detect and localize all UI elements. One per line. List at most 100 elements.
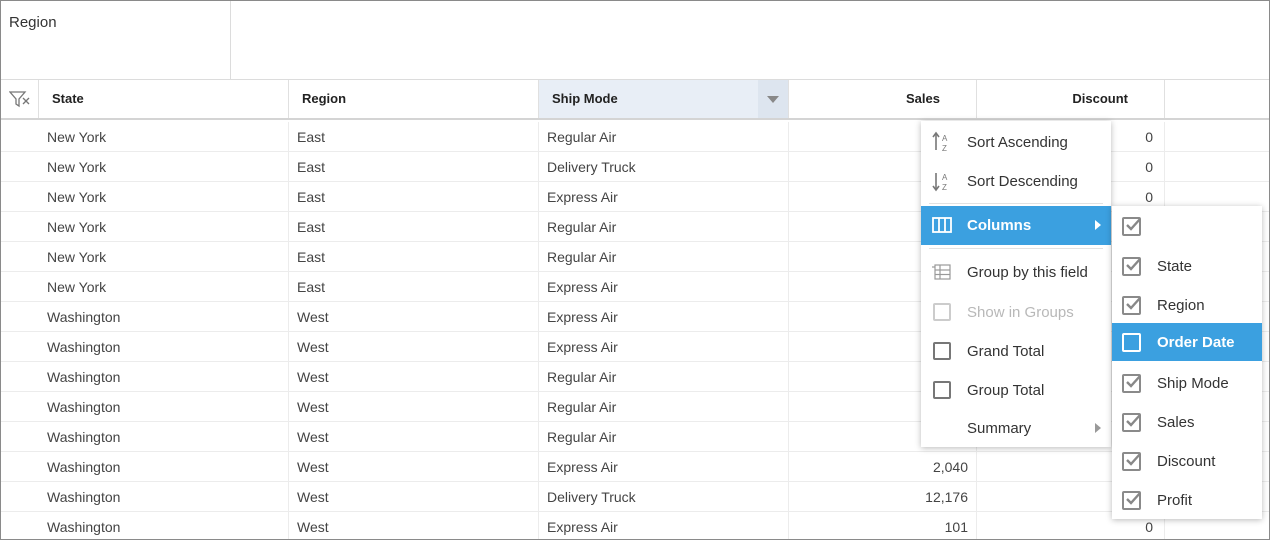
cell-ship-mode[interactable]: Delivery Truck <box>539 152 789 182</box>
cell-ship-mode[interactable]: Regular Air <box>539 422 789 452</box>
cell-sales[interactable]: 2,040 <box>789 452 977 482</box>
column-toggle-checkbox[interactable] <box>1122 257 1141 276</box>
column-toggle-order-date[interactable]: Order Date <box>1112 323 1262 361</box>
submenu-arrow-icon <box>1095 220 1101 230</box>
column-toggle-profit[interactable]: Profit <box>1112 481 1262 519</box>
cell-sales[interactable]: 12,176 <box>789 482 977 512</box>
cell-state[interactable]: New York <box>39 152 289 182</box>
cell-state[interactable]: New York <box>39 212 289 242</box>
cell-ship-mode[interactable]: Delivery Truck <box>539 482 789 512</box>
column-header-region[interactable]: Region <box>289 80 539 118</box>
group-chip-region[interactable]: Region <box>1 1 231 79</box>
cell-state[interactable]: Washington <box>39 482 289 512</box>
row-gutter <box>1 452 39 482</box>
row-gutter <box>1 152 39 182</box>
column-toggle-checkbox[interactable] <box>1122 217 1141 236</box>
cell-region[interactable]: West <box>289 422 539 452</box>
column-toggle-state[interactable]: State <box>1112 247 1262 285</box>
cell-region[interactable]: East <box>289 122 539 152</box>
column-toggle-checkbox[interactable] <box>1122 296 1141 315</box>
show-in-groups-checkbox <box>933 303 951 321</box>
cell-ship-mode[interactable]: Express Air <box>539 452 789 482</box>
column-toggle-ship-mode[interactable]: Ship Mode <box>1112 364 1262 402</box>
cell-region[interactable]: West <box>289 452 539 482</box>
cell-ship-mode[interactable]: Express Air <box>539 512 789 539</box>
cell-state[interactable]: Washington <box>39 452 289 482</box>
menu-item-sort-descending[interactable]: A Z Sort Descending <box>921 162 1111 201</box>
row-gutter <box>1 482 39 512</box>
table-row[interactable]: Washington West Express Air 2,040 <box>1 452 1269 482</box>
cell-ship-mode[interactable]: Express Air <box>539 302 789 332</box>
row-gutter <box>1 122 39 152</box>
cell-sales[interactable]: 101 <box>789 512 977 539</box>
cell-region[interactable]: East <box>289 182 539 212</box>
row-gutter <box>1 422 39 452</box>
cell-region[interactable]: East <box>289 242 539 272</box>
column-header-discount[interactable]: Discount <box>977 80 1165 118</box>
column-header-state[interactable]: State <box>39 80 289 118</box>
cell-state[interactable]: Washington <box>39 422 289 452</box>
cell-state[interactable]: New York <box>39 182 289 212</box>
row-gutter <box>1 362 39 392</box>
column-toggle-checkbox[interactable] <box>1122 452 1141 471</box>
cell-region[interactable]: West <box>289 302 539 332</box>
table-row[interactable]: Washington West Delivery Truck 12,176 <box>1 482 1269 512</box>
cell-ship-mode[interactable]: Regular Air <box>539 122 789 152</box>
row-gutter <box>1 212 39 242</box>
column-toggle-sales[interactable]: Sales <box>1112 403 1262 441</box>
cell-ship-mode[interactable]: Express Air <box>539 272 789 302</box>
cell-region[interactable]: West <box>289 512 539 539</box>
column-toggle-checkbox[interactable] <box>1122 374 1141 393</box>
cell-state[interactable]: Washington <box>39 332 289 362</box>
menu-item-group-total[interactable]: Group Total <box>921 371 1111 410</box>
column-toggle-checkbox[interactable] <box>1122 491 1141 510</box>
cell-region[interactable]: East <box>289 152 539 182</box>
cell-state[interactable]: Washington <box>39 512 289 539</box>
cell-region[interactable]: West <box>289 392 539 422</box>
cell-ship-mode[interactable]: Regular Air <box>539 392 789 422</box>
cell-ship-mode[interactable]: Express Air <box>539 332 789 362</box>
row-gutter <box>1 512 39 539</box>
cell-region[interactable]: East <box>289 212 539 242</box>
row-gutter <box>1 392 39 422</box>
menu-item-summary[interactable]: Summary <box>921 409 1111 448</box>
column-menu-dropdown-button[interactable] <box>758 80 788 118</box>
sort-descending-icon: A Z <box>932 173 948 192</box>
cell-region[interactable]: East <box>289 272 539 302</box>
columns-icon <box>932 217 952 233</box>
group-total-checkbox[interactable] <box>933 381 951 399</box>
cell-state[interactable]: New York <box>39 242 289 272</box>
column-header-sales[interactable]: Sales <box>789 80 977 118</box>
cell-region[interactable]: West <box>289 482 539 512</box>
column-toggle-discount[interactable]: Discount <box>1112 442 1262 480</box>
cell-state[interactable]: New York <box>39 122 289 152</box>
cell-state[interactable]: New York <box>39 272 289 302</box>
column-toggle-region[interactable]: Region <box>1112 286 1262 324</box>
cell-ship-mode[interactable]: Regular Air <box>539 362 789 392</box>
cell-ship-mode[interactable]: Express Air <box>539 182 789 212</box>
cell-region[interactable]: West <box>289 332 539 362</box>
cell-state[interactable]: Washington <box>39 392 289 422</box>
cell-ship-mode[interactable]: Regular Air <box>539 212 789 242</box>
column-toggle-label: Profit <box>1157 492 1193 509</box>
column-header-ship-mode[interactable]: Ship Mode <box>539 80 789 118</box>
menu-item-grand-total[interactable]: Grand Total <box>921 332 1111 371</box>
menu-item-sort-ascending[interactable]: A Z Sort Ascending <box>921 123 1111 162</box>
cell-state[interactable]: Washington <box>39 362 289 392</box>
table-row[interactable]: Washington West Express Air 101 0 <box>1 512 1269 539</box>
cell-state[interactable]: Washington <box>39 302 289 332</box>
cell-region[interactable]: West <box>289 362 539 392</box>
svg-text:Z: Z <box>942 183 947 192</box>
menu-item-columns[interactable]: Columns <box>921 206 1111 245</box>
filter-button[interactable] <box>1 80 39 118</box>
column-toggle-label: Sales <box>1157 414 1195 431</box>
cell-ship-mode[interactable]: Regular Air <box>539 242 789 272</box>
grand-total-checkbox[interactable] <box>933 342 951 360</box>
column-toggle-checkbox[interactable] <box>1122 333 1141 352</box>
row-gutter <box>1 302 39 332</box>
column-toggle-checkbox[interactable] <box>1122 413 1141 432</box>
column-toggle-unnamed[interactable] <box>1112 207 1262 245</box>
menu-item-group-by[interactable]: Group by this field <box>921 253 1111 292</box>
menu-separator <box>929 248 1103 249</box>
group-icon <box>932 264 951 280</box>
